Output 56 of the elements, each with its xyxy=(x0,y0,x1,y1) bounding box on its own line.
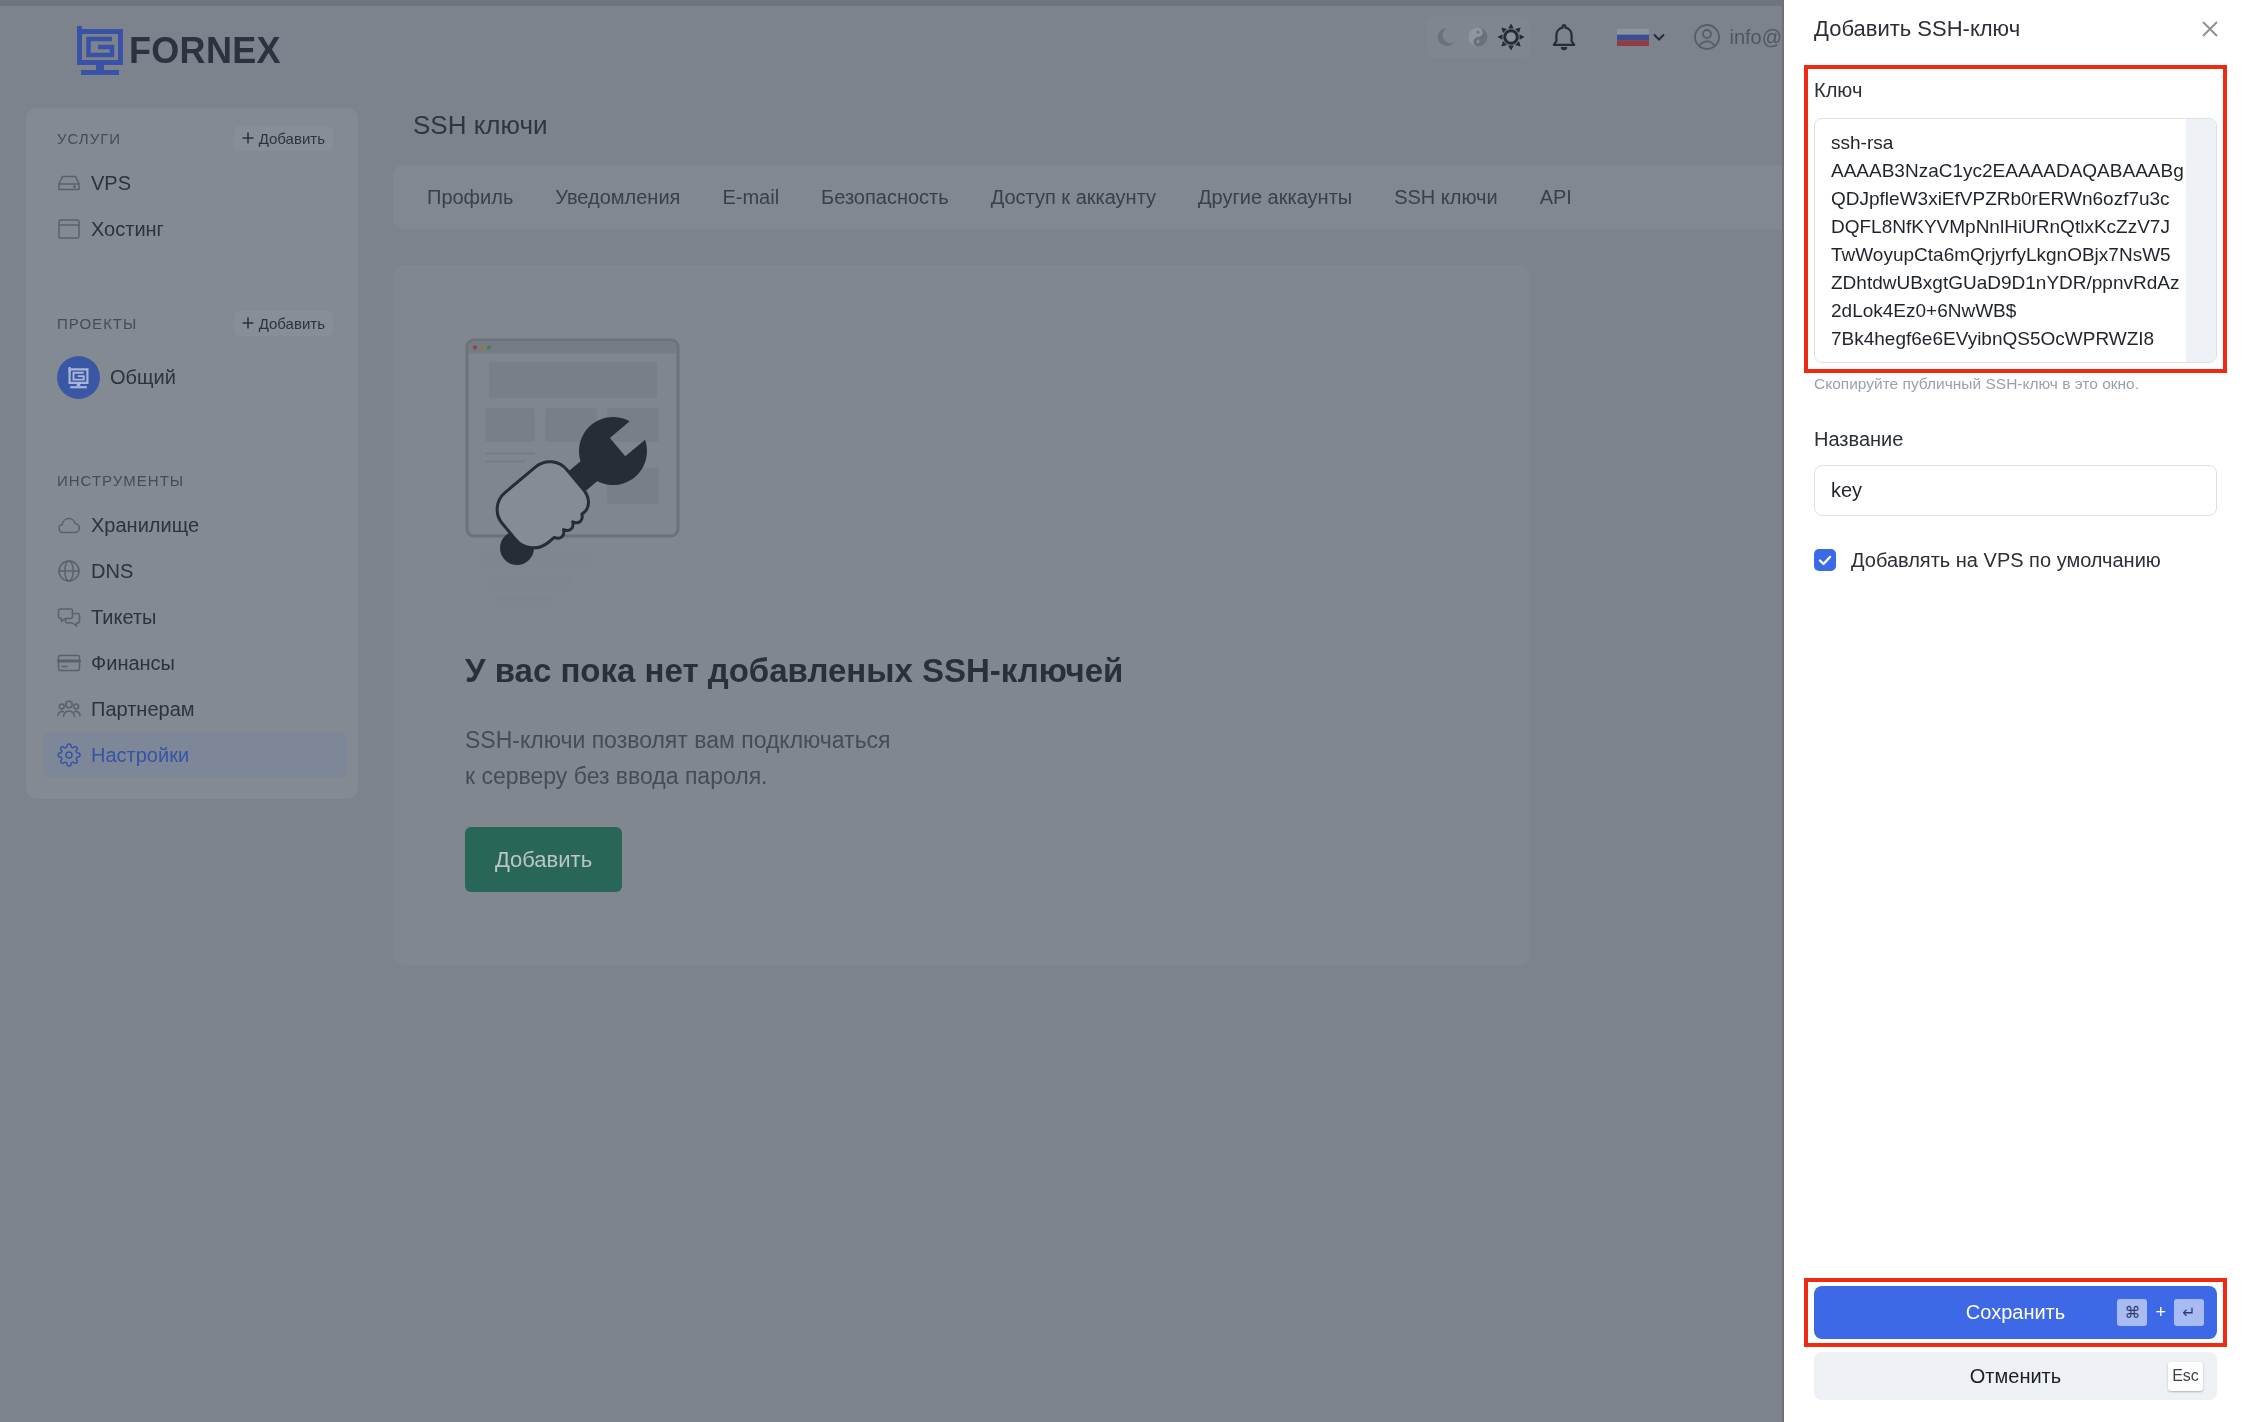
add-key-button[interactable]: Добавить xyxy=(465,827,622,892)
tab[interactable]: Безопасность xyxy=(821,185,949,209)
tab[interactable]: E-mail xyxy=(722,185,780,209)
shortcut-key: ⌘ xyxy=(2117,1299,2148,1326)
sidebar-item[interactable]: Настройки xyxy=(43,732,347,778)
section-heading: ИНСТРУМЕНТЫ xyxy=(57,471,185,489)
sidebar-item[interactable]: Хранилище xyxy=(43,502,347,548)
shortcut-key: ↵ xyxy=(2174,1299,2204,1326)
sidebar-item[interactable]: Хостинг xyxy=(43,206,347,252)
flag-icon[interactable] xyxy=(1617,28,1650,46)
tab[interactable]: Другие аккаунты xyxy=(1198,185,1353,209)
name-input[interactable]: key xyxy=(1814,465,2217,516)
section-heading: ПРОЕКТЫ xyxy=(57,314,138,332)
sidebar-item[interactable]: Финансы xyxy=(43,640,347,686)
sidebar-item[interactable]: DNS xyxy=(43,548,347,594)
section-heading: УСЛУГИ xyxy=(57,129,122,147)
empty-state-description: SSH-ключи позволят вам подключаться к серверу без ввода пароля. xyxy=(465,726,891,791)
tab[interactable]: SSH ключи xyxy=(1394,185,1498,209)
chat-bubbles-icon xyxy=(57,605,81,629)
sidebar-item[interactable]: Тикеты xyxy=(43,594,347,640)
shortcut-key: Esc xyxy=(2168,1361,2203,1391)
logo[interactable]: FORNEX xyxy=(77,26,281,75)
tab[interactable]: Уведомления xyxy=(555,185,681,209)
add-button[interactable]: Добавить xyxy=(233,125,333,151)
cancel-button[interactable]: Отменить Esc xyxy=(1814,1352,2217,1400)
add-button[interactable]: Добавить xyxy=(233,310,333,336)
sidebar-item[interactable]: Партнерам xyxy=(43,686,347,732)
field-label: Ключ xyxy=(1814,78,1864,103)
scrollbar[interactable] xyxy=(2186,119,2216,362)
checkbox[interactable] xyxy=(1814,549,1836,571)
plus-icon xyxy=(241,317,254,329)
project-avatar-icon xyxy=(57,355,100,399)
sun-icon[interactable] xyxy=(1497,23,1526,51)
browser-window-icon xyxy=(57,217,81,241)
yin-yang-icon[interactable] xyxy=(1468,27,1489,47)
page-title: SSH ключи xyxy=(412,109,549,142)
globe-icon xyxy=(57,559,81,583)
save-button[interactable]: Сохранить ⌘ + ↵ xyxy=(1814,1286,2217,1339)
logo-icon xyxy=(77,26,123,75)
plus-icon xyxy=(241,132,254,144)
field-hint: Скопируйте публичный SSH-ключ в это окно. xyxy=(1814,374,2140,394)
tab[interactable]: API xyxy=(1539,185,1572,209)
sidebar-item[interactable]: VPS xyxy=(43,160,347,206)
key-textarea[interactable]: ssh-rsa AAAAB3NzaC1yc2EAAAADAQABAAABg QDJpfleW3xiEfVPZRb0rERWn6ozf7u3c DQFL8NfKYVMpNnlHiURnQtlxKcZzV7J TwWoyupCta6mQrjyrfyLkgnOBjx7NsW5 ZDhtdwUBxgtGUaD9D1nYDR/ppnvRdAz 2dLok4Ez0+6NwWB$ 7Bk4hegf6e6EVyibnQS5OcWPRWZI8 xyxy=(1814,118,2217,363)
empty-state-title: У вас пока нет добавленых SSH-ключей xyxy=(465,651,1124,691)
tab[interactable]: Доступ к аккаунту xyxy=(990,185,1157,209)
project-item[interactable]: Общий xyxy=(43,345,347,409)
user-icon[interactable] xyxy=(1694,24,1721,50)
close-icon[interactable] xyxy=(2202,21,2218,37)
checkbox-label[interactable]: Добавлять на VPS по умолчанию xyxy=(1851,548,2161,572)
gear-icon xyxy=(57,743,81,767)
drawer-title: Добавить SSH-ключ xyxy=(1814,16,2021,42)
field-label: Название xyxy=(1814,427,1905,452)
tab[interactable]: Профиль xyxy=(427,185,514,209)
chevron-down-icon[interactable] xyxy=(1653,33,1666,41)
bell-icon[interactable] xyxy=(1551,23,1578,51)
